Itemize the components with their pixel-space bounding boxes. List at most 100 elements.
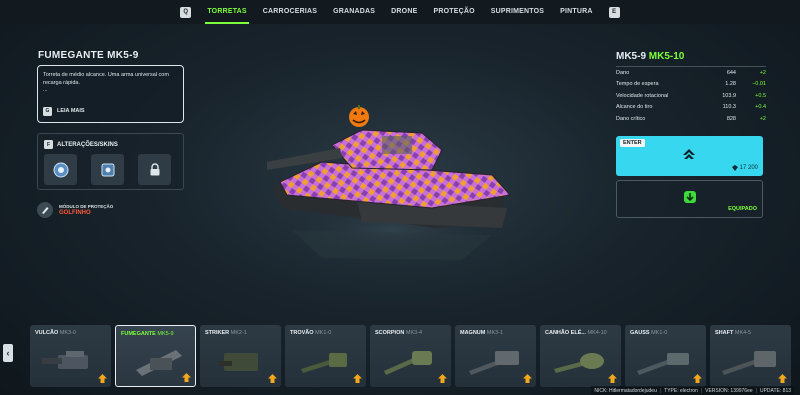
rank-badge-icon: [353, 374, 362, 383]
turret-card-magnum[interactable]: MAGNUM MK3-1: [455, 325, 536, 387]
footer-type: TYPE: electron: [664, 387, 698, 394]
tab-granadas[interactable]: GRANADAS: [325, 0, 383, 24]
stat-name: Alcance do tiro: [616, 104, 653, 111]
read-more-label: LEIA MAIS: [57, 107, 85, 114]
stat-delta: −0.01: [752, 81, 766, 88]
stat-value: 1.28: [725, 81, 736, 88]
upgrade-current: MK5-9: [616, 51, 647, 62]
tab-pintura[interactable]: PINTURA: [552, 0, 601, 24]
alterations-panel: F ALTERAÇÕES/SKINS: [37, 133, 184, 190]
tank-preview[interactable]: [262, 100, 522, 265]
gear-alteration-icon: [53, 162, 68, 177]
turret-magnum-image: [469, 351, 519, 375]
key-f-hint: F: [44, 140, 53, 149]
upgrade-next: MK5-10: [648, 51, 685, 62]
item-title: FUMEGANTE MK5-9: [38, 50, 139, 61]
stat-value: 103.9: [722, 92, 736, 99]
session-footer: NICK: Hitlermatadordejudeu | TYPE: elect…: [591, 386, 794, 395]
rank-badge-icon: [98, 374, 107, 383]
stat-value: 110.3: [722, 104, 736, 111]
card-name: VULCÃO MK3-0: [35, 330, 76, 336]
stat-row: Alcance do tiro 110.3 +0.4: [616, 102, 766, 114]
enter-key-hint: ENTER: [620, 139, 645, 147]
alteration-slot-2[interactable]: [91, 154, 124, 185]
rank-badge-icon: [693, 374, 702, 383]
protection-module[interactable]: MÓDULO DE PROTEÇÃO GOLFINHO: [37, 202, 113, 218]
key-g-hint: G: [43, 107, 52, 116]
tab-suprimentos[interactable]: SUPRIMENTOS: [483, 0, 552, 24]
turret-gauss-image: [637, 353, 689, 375]
turret-card-vulcao[interactable]: VULCÃO MK3-0: [30, 325, 111, 387]
rank-badge-icon: [268, 374, 277, 383]
rank-badge-icon: [438, 374, 447, 383]
footer-nick: NICK: Hitlermatadordejudeu: [594, 387, 657, 394]
tab-torretas[interactable]: TORRETAS: [199, 0, 254, 24]
alterations-header: F ALTERAÇÕES/SKINS: [44, 140, 118, 149]
stat-name: Dano: [616, 69, 630, 76]
price-value: 17 200: [739, 165, 758, 171]
stat-row: Tempo de espera 1.28 −0.01: [616, 79, 766, 91]
turret-card-fumegante[interactable]: FUMEGANTE MK5-9: [115, 325, 196, 387]
stat-name: Velocidade rotacional: [616, 92, 669, 99]
tab-carrocerias[interactable]: CARROCERIAS: [255, 0, 325, 24]
turret-canhao-image: [554, 353, 604, 373]
read-more-button[interactable]: G LEIA MAIS: [43, 107, 85, 116]
card-name: GAUSS MK1-0: [630, 330, 668, 336]
stat-name: Tempo de espera: [616, 81, 659, 88]
card-name: FUMEGANTE MK5-9: [121, 331, 174, 337]
upgrade-button[interactable]: ENTER 17 200: [616, 136, 763, 176]
upgrade-price: 17 200: [731, 165, 758, 171]
card-name: SHAFT MK4-5: [715, 330, 752, 336]
card-name: MAGNUM MK3-1: [460, 330, 504, 336]
turret-vulcao-image: [42, 351, 88, 369]
turret-striker-image: [218, 353, 258, 371]
target-alteration-icon: [101, 163, 114, 176]
stat-delta: +0.5: [755, 92, 766, 99]
card-name: TROVÃO MK1-0: [290, 330, 332, 336]
crystal-icon: [731, 165, 738, 171]
turret-scorpion-image: [384, 351, 432, 375]
stat-value: 644: [726, 69, 736, 76]
card-name: SCORPION MK3-4: [375, 330, 423, 336]
turret-carousel: ‹ VULCÃO MK3-0 FUMEGANTE MK5-9 STRIKER M…: [0, 322, 800, 388]
module-label: MÓDULO DE PROTEÇÃO: [59, 204, 114, 209]
tab-drone[interactable]: DRONE: [383, 0, 425, 24]
tab-protecao[interactable]: PROTEÇÃO: [425, 0, 482, 24]
turret-fumegante-image: [136, 350, 182, 376]
protection-module-icon: [37, 202, 53, 218]
card-name: STRIKER MK2-1: [205, 330, 247, 336]
equip-button[interactable]: EQUIPADO: [616, 180, 763, 218]
turret-card-shaft[interactable]: SHAFT MK4-5: [710, 325, 791, 387]
footer-version: VERSION: 139976ee: [705, 387, 753, 394]
alterations-title: ALTERAÇÕES/SKINS: [57, 141, 118, 148]
stat-delta: +0.4: [755, 104, 766, 111]
turret-card-trovao[interactable]: TROVÃO MK1-0: [285, 325, 366, 387]
item-description: Torreta de médio alcance. Uma arma unive…: [43, 72, 169, 86]
turret-card-canhao-eletrico[interactable]: CANHÃO ELÉ... MK4-10: [540, 325, 621, 387]
turret-card-scorpion[interactable]: SCORPION MK3-4: [370, 325, 451, 387]
rank-badge-icon: [778, 374, 787, 383]
alteration-slot-locked[interactable]: [138, 154, 171, 185]
footer-update: UPDATE: 813: [759, 387, 791, 394]
equipped-label: EQUIPADO: [728, 206, 757, 212]
stat-delta: +2: [759, 115, 766, 122]
stat-name: Dano crítico: [616, 115, 646, 122]
carousel-left-arrow-icon[interactable]: ‹: [3, 344, 13, 362]
key-e-hint[interactable]: E: [608, 6, 620, 18]
stats-table: Dano 644 +2 Tempo de espera 1.28 −0.01 V…: [616, 66, 766, 125]
rank-badge-icon: [608, 374, 617, 383]
upgrade-title: MK5-9 MK5-10: [616, 51, 684, 62]
stat-delta: +2: [759, 69, 766, 76]
stat-value: 828: [726, 115, 736, 122]
alteration-slot-1[interactable]: [44, 154, 77, 185]
turret-card-gauss[interactable]: GAUSS MK1-0: [625, 325, 706, 387]
turret-trovao-image: [301, 353, 347, 373]
turret-card-striker[interactable]: STRIKER MK2-1: [200, 325, 281, 387]
module-value: GOLFINHO: [59, 210, 91, 216]
stat-row: Dano crítico 828 +2: [616, 113, 766, 125]
key-q-hint[interactable]: Q: [180, 6, 192, 18]
turret-shaft-image: [722, 351, 776, 375]
lock-icon: [150, 163, 159, 176]
stat-row: Velocidade rotacional 103.9 +0.5: [616, 90, 766, 102]
rank-badge-icon: [523, 374, 532, 383]
